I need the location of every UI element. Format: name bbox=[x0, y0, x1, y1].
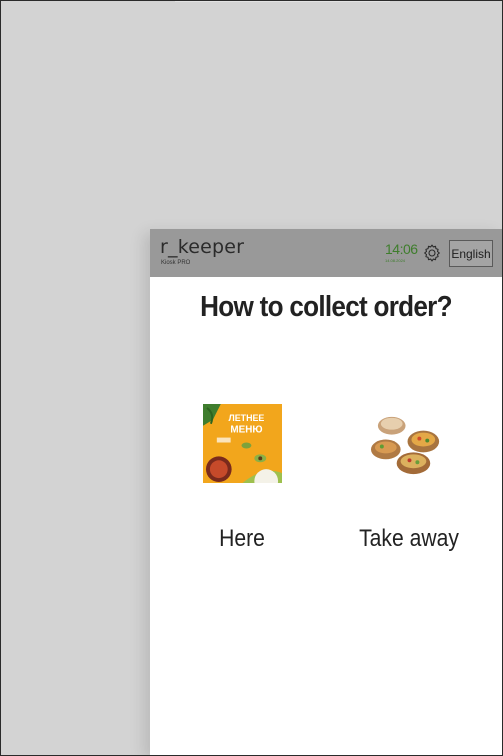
option-here-label: Here bbox=[219, 525, 265, 552]
kiosk-window: r_keeper Kiosk PRO 14:06 14.08.2024 Engl… bbox=[150, 229, 502, 755]
clock-date: 14.08.2024 bbox=[385, 258, 406, 263]
image-text-summer: ЛЕТНЕЕ bbox=[229, 413, 265, 423]
clock-time: 14:06 bbox=[385, 241, 418, 257]
brand-logo: r_keeper bbox=[160, 236, 245, 258]
header-bar: r_keeper Kiosk PRO 14:06 14.08.2024 Engl… bbox=[150, 229, 502, 277]
takeaway-food-image bbox=[370, 404, 449, 483]
language-button[interactable]: English bbox=[449, 240, 493, 267]
option-take-away-label: Take away bbox=[359, 525, 459, 552]
image-text-menu: МЕНЮ bbox=[230, 425, 262, 436]
option-take-away-button[interactable]: Take away bbox=[339, 399, 479, 569]
option-here-button[interactable]: ЛЕТНЕЕ МЕНЮ Here bbox=[172, 399, 312, 569]
top-strip bbox=[175, 0, 390, 2]
brand-subtitle: Kiosk PRO bbox=[161, 260, 191, 266]
summer-menu-image: ЛЕТНЕЕ МЕНЮ bbox=[203, 404, 282, 493]
page-title: How to collect order? bbox=[200, 291, 452, 323]
gear-icon[interactable] bbox=[422, 243, 442, 263]
